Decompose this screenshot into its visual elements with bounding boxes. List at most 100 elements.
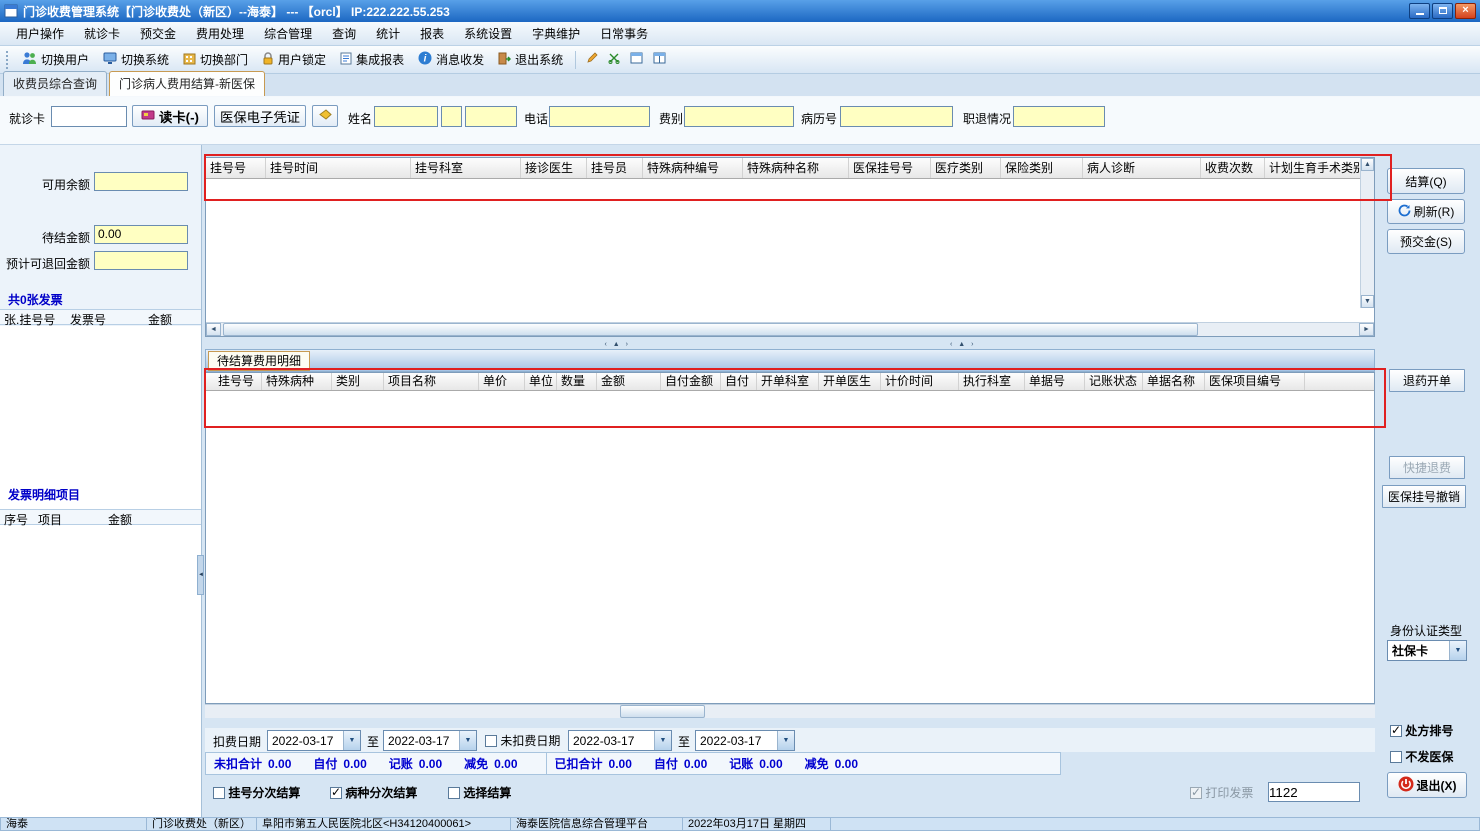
deduct-to-combo[interactable]: 2022-03-17 ▼ [383,730,477,751]
col-reg-no[interactable]: 挂号号 [206,158,266,178]
menu-query[interactable]: 查询 [322,22,366,45]
by-disease-checkbox[interactable] [330,785,342,799]
col-special-disease-no[interactable]: 特殊病种编号 [643,158,743,178]
fcol-special-disease[interactable]: 特殊病种 [262,373,332,390]
fcol-order-doctor[interactable]: 开单医生 [819,373,881,390]
print-invoice-checkbox[interactable] [1190,785,1202,799]
switch-system-button[interactable]: 切换系统 [96,47,176,72]
exit-button[interactable]: 退出(X) [1387,772,1467,798]
fcol-self-pay[interactable]: 自付 [721,373,757,390]
col-diagnosis[interactable]: 病人诊断 [1083,158,1201,178]
integrated-report-button[interactable]: 集成报表 [333,47,411,72]
minimize-button[interactable] [1409,3,1430,19]
retire-input[interactable] [1013,106,1105,127]
user-lock-button[interactable]: 用户锁定 [255,47,333,72]
restore-button[interactable] [1432,3,1453,19]
scroll-right-icon[interactable]: ► [1359,323,1374,336]
invoice-no-input[interactable] [1268,782,1360,802]
menu-system-settings[interactable]: 系统设置 [454,22,522,45]
fee-detail-hscrollbar[interactable] [205,704,1375,718]
exit-system-button[interactable]: 退出系统 [491,47,570,72]
menu-management[interactable]: 综合管理 [254,22,322,45]
tab-cashier-query[interactable]: 收费员综合查询 [3,71,108,96]
available-balance-field[interactable] [94,172,188,191]
fcol-exec-dept[interactable]: 执行科室 [959,373,1025,390]
registration-hscrollbar[interactable]: ◄ ► [206,322,1374,336]
layout-view-button[interactable] [648,48,671,71]
menu-statistics[interactable]: 统计 [366,22,410,45]
col-registrar[interactable]: 挂号员 [587,158,643,178]
col-doctor[interactable]: 接诊医生 [521,158,587,178]
fcol-qty[interactable]: 数量 [557,373,597,390]
undeduct-from-combo[interactable]: 2022-03-17 ▼ [568,730,672,751]
undeduct-to-combo[interactable]: 2022-03-17 ▼ [695,730,795,751]
fcol-price-time[interactable]: 计价时间 [881,373,959,390]
menu-daily-affairs[interactable]: 日常事务 [590,22,658,45]
invoice-detail-list[interactable] [0,526,201,817]
quick-refund-button[interactable]: 快捷退费 [1389,456,1465,479]
fcol-insurance-item-no[interactable]: 医保项目编号 [1205,373,1305,390]
switch-dept-button[interactable]: 切换部门 [176,47,255,72]
tag-button[interactable] [312,105,338,127]
col-insurance-type[interactable]: 保险类别 [1001,158,1083,178]
read-card-button[interactable]: 读卡(-) [132,105,208,127]
col-special-disease-name[interactable]: 特殊病种名称 [743,158,849,178]
fcol-category[interactable]: 类别 [332,373,384,390]
cancel-insurance-reg-button[interactable]: 医保挂号撤销 [1382,485,1466,508]
fcol-unit-price[interactable]: 单价 [479,373,525,390]
drug-return-button[interactable]: 退药开单 [1389,369,1465,392]
fcol-reg-no[interactable]: 挂号号 [214,373,262,390]
menu-visit-card[interactable]: 就诊卡 [74,22,130,45]
fcol-item-name[interactable]: 项目名称 [384,373,479,390]
switch-user-button[interactable]: 切换用户 [15,47,96,72]
id-type-combo[interactable]: 社保卡 ▼ [1387,640,1467,661]
ehc-button[interactable]: 医保电子凭证 [214,105,306,127]
grid-splitter[interactable]: ‹ ▲ › ‹ ▲ › [205,339,1375,349]
fcol-book-status[interactable]: 记账状态 [1085,373,1143,390]
scroll-left-icon[interactable]: ◄ [206,323,221,336]
phone-input[interactable] [549,106,650,127]
window-view-button[interactable] [625,48,648,71]
splitter-expand-icon[interactable]: ‹ ▲ › [950,341,975,348]
menu-reports[interactable]: 报表 [410,22,454,45]
close-button[interactable]: × [1455,3,1476,19]
tab-pending-fee-detail[interactable]: 待结算费用明细 [208,351,311,371]
message-button[interactable]: i 消息收发 [411,47,491,72]
by-registration-checkbox[interactable] [213,787,225,799]
fee-type-input[interactable] [684,106,794,127]
col-charge-count[interactable]: 收费次数 [1201,158,1265,178]
scroll-down-icon[interactable]: ▼ [1361,295,1374,308]
settle-button[interactable]: 结算(Q) [1387,168,1465,194]
chevron-down-icon[interactable]: ▼ [343,731,360,750]
no-insurance-checkbox[interactable] [1390,751,1402,763]
name-extra-input[interactable] [465,106,517,127]
refund-field[interactable] [94,251,188,270]
fcol-doc-no[interactable]: 单据号 [1025,373,1085,390]
scroll-up-icon[interactable]: ▲ [1361,158,1374,171]
col-insurance-reg-no[interactable]: 医保挂号号 [849,158,931,178]
registration-hscroll-thumb[interactable] [223,323,1198,336]
fcol-order-dept[interactable]: 开单科室 [757,373,819,390]
menu-user-ops[interactable]: 用户操作 [6,22,74,45]
select-settle-checkbox[interactable] [448,787,460,799]
card-input[interactable] [51,106,127,127]
pending-amount-field[interactable]: 0.00 [94,225,188,244]
deduct-from-combo[interactable]: 2022-03-17 ▼ [267,730,361,751]
rx-number-checkbox[interactable] [1390,723,1402,737]
registration-vscrollbar[interactable]: ▲ ▼ [1360,158,1374,308]
chevron-down-icon[interactable]: ▼ [654,731,671,750]
col-family-planning[interactable]: 计划生育手术类别 [1265,158,1361,178]
name-input[interactable] [374,106,438,127]
chevron-down-icon[interactable]: ▼ [459,731,476,750]
fee-detail-hscroll-thumb[interactable] [620,705,705,718]
menu-fee-process[interactable]: 费用处理 [186,22,254,45]
col-medical-type[interactable]: 医疗类别 [931,158,1001,178]
col-reg-dept[interactable]: 挂号科室 [411,158,521,178]
edit-button[interactable] [581,48,603,71]
refresh-button[interactable]: 刷新(R) [1387,199,1465,224]
deposit-button[interactable]: 预交金(S) [1387,229,1465,254]
fcol-unit[interactable]: 单位 [525,373,557,390]
record-no-input[interactable] [840,106,953,127]
chevron-down-icon[interactable]: ▼ [1449,641,1466,660]
fcol-doc-name[interactable]: 单据名称 [1143,373,1205,390]
